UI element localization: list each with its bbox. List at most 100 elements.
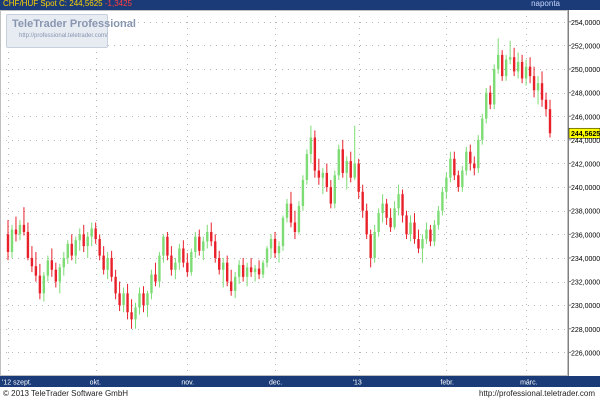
- candle-body-down[interactable]: [229, 281, 233, 291]
- candle-body-up[interactable]: [397, 194, 400, 209]
- candle-body-up[interactable]: [353, 163, 356, 178]
- candle-body-up[interactable]: [421, 239, 424, 249]
- candle-body-down[interactable]: [70, 243, 73, 256]
- candle-body-up[interactable]: [337, 149, 340, 176]
- candle-body-down[interactable]: [544, 99, 548, 110]
- candle-body-up[interactable]: [285, 203, 289, 218]
- candle-body-down[interactable]: [361, 191, 364, 211]
- candle-body-up[interactable]: [86, 236, 89, 247]
- candle-body-down[interactable]: [489, 92, 492, 105]
- candle-body-down[interactable]: [241, 265, 245, 277]
- candle-body-down[interactable]: [30, 257, 34, 267]
- candle-body-up[interactable]: [58, 267, 62, 282]
- candle-body-down[interactable]: [329, 187, 333, 204]
- candle-body-down[interactable]: [540, 83, 544, 100]
- candle-body-down[interactable]: [405, 215, 408, 235]
- candle-body-down[interactable]: [548, 109, 552, 134]
- candle-body-down[interactable]: [520, 61, 524, 79]
- candle-body-up[interactable]: [106, 257, 109, 270]
- candle-body-up[interactable]: [202, 241, 205, 251]
- candle-body-up[interactable]: [441, 191, 444, 211]
- candle-body-up[interactable]: [425, 229, 428, 240]
- candle-body-up[interactable]: [297, 205, 301, 232]
- candle-body-up[interactable]: [496, 54, 500, 70]
- candle-body-down[interactable]: [102, 255, 105, 270]
- candle-body-up[interactable]: [461, 170, 464, 188]
- candle-body-down[interactable]: [118, 293, 121, 306]
- candle-body-down[interactable]: [325, 172, 329, 188]
- candle-body-up[interactable]: [78, 234, 81, 241]
- candle-body-up[interactable]: [277, 246, 281, 254]
- candle-body-up[interactable]: [493, 69, 496, 105]
- candle-body-down[interactable]: [528, 66, 532, 77]
- candle-body-up[interactable]: [281, 217, 285, 247]
- candle-body-up[interactable]: [233, 276, 237, 291]
- candle-body-down[interactable]: [417, 239, 420, 249]
- candle-body-up[interactable]: [516, 61, 520, 72]
- candle-body-up[interactable]: [158, 255, 161, 282]
- candle-body-down[interactable]: [22, 224, 26, 232]
- candle-body-down[interactable]: [14, 229, 18, 235]
- candle-body-up[interactable]: [18, 224, 22, 235]
- footer-link[interactable]: http://professional.teletrader.com: [479, 389, 595, 398]
- candle-body-up[interactable]: [62, 257, 65, 268]
- candle-body-down[interactable]: [170, 255, 173, 270]
- candle-body-up[interactable]: [261, 262, 265, 275]
- candle-body-up[interactable]: [206, 231, 209, 242]
- candle-body-up[interactable]: [309, 137, 313, 155]
- candle-body-up[interactable]: [477, 139, 480, 169]
- candle-body-down[interactable]: [154, 274, 157, 282]
- candle-body-up[interactable]: [445, 177, 448, 192]
- candle-body-up[interactable]: [504, 59, 508, 77]
- candle-body-up[interactable]: [146, 293, 149, 306]
- candle-body-up[interactable]: [162, 236, 165, 256]
- candle-body-up[interactable]: [321, 172, 325, 178]
- candle-body-down[interactable]: [110, 257, 113, 277]
- candle-body-up[interactable]: [90, 228, 93, 237]
- candle-body-down[interactable]: [457, 175, 460, 188]
- candle-body-down[interactable]: [532, 76, 536, 91]
- candle-body-up[interactable]: [42, 275, 46, 294]
- candle-body-up[interactable]: [138, 293, 141, 308]
- candle-body-up[interactable]: [10, 229, 14, 253]
- candle-body-down[interactable]: [273, 239, 277, 254]
- candle-body-up[interactable]: [150, 274, 153, 294]
- candle-body-up[interactable]: [245, 267, 249, 277]
- candle-body-down[interactable]: [369, 234, 372, 258]
- candle-body-down[interactable]: [385, 203, 388, 218]
- candle-body-up[interactable]: [178, 248, 181, 263]
- candle-body-up[interactable]: [393, 208, 396, 228]
- candle-body-down[interactable]: [225, 262, 229, 282]
- candle-body-down[interactable]: [500, 54, 504, 77]
- candle-body-down[interactable]: [142, 293, 145, 306]
- candle-body-down[interactable]: [357, 163, 360, 192]
- candle-body-up[interactable]: [269, 239, 273, 249]
- candle-body-down[interactable]: [413, 222, 416, 240]
- candle-body-up[interactable]: [485, 92, 488, 119]
- candle-body-up[interactable]: [524, 66, 528, 79]
- candle-body-up[interactable]: [333, 175, 336, 204]
- candle-body-up[interactable]: [437, 210, 440, 225]
- candle-body-up[interactable]: [122, 293, 125, 306]
- candle-body-down[interactable]: [186, 262, 189, 273]
- candle-body-down[interactable]: [429, 229, 432, 242]
- candle-body-up[interactable]: [237, 265, 241, 277]
- candle-body-down[interactable]: [126, 293, 129, 313]
- candle-body-down[interactable]: [257, 268, 261, 275]
- candle-body-up[interactable]: [190, 252, 193, 273]
- candle-body-up[interactable]: [301, 180, 305, 206]
- candle-body-up[interactable]: [46, 260, 50, 276]
- candle-body-down[interactable]: [82, 234, 85, 247]
- candle-body-up[interactable]: [74, 240, 77, 256]
- candle-body-down[interactable]: [130, 312, 133, 320]
- candle-body-up[interactable]: [536, 83, 540, 91]
- candle-body-down[interactable]: [249, 267, 253, 273]
- candle-body-down[interactable]: [34, 266, 38, 276]
- candle-body-down[interactable]: [349, 161, 352, 178]
- candle-body-up[interactable]: [373, 231, 376, 258]
- candle-body-down[interactable]: [54, 269, 58, 282]
- candle-body-down[interactable]: [293, 222, 297, 232]
- candle-body-down[interactable]: [50, 260, 54, 270]
- candle-body-down[interactable]: [313, 137, 317, 171]
- candle-body-down[interactable]: [6, 234, 10, 253]
